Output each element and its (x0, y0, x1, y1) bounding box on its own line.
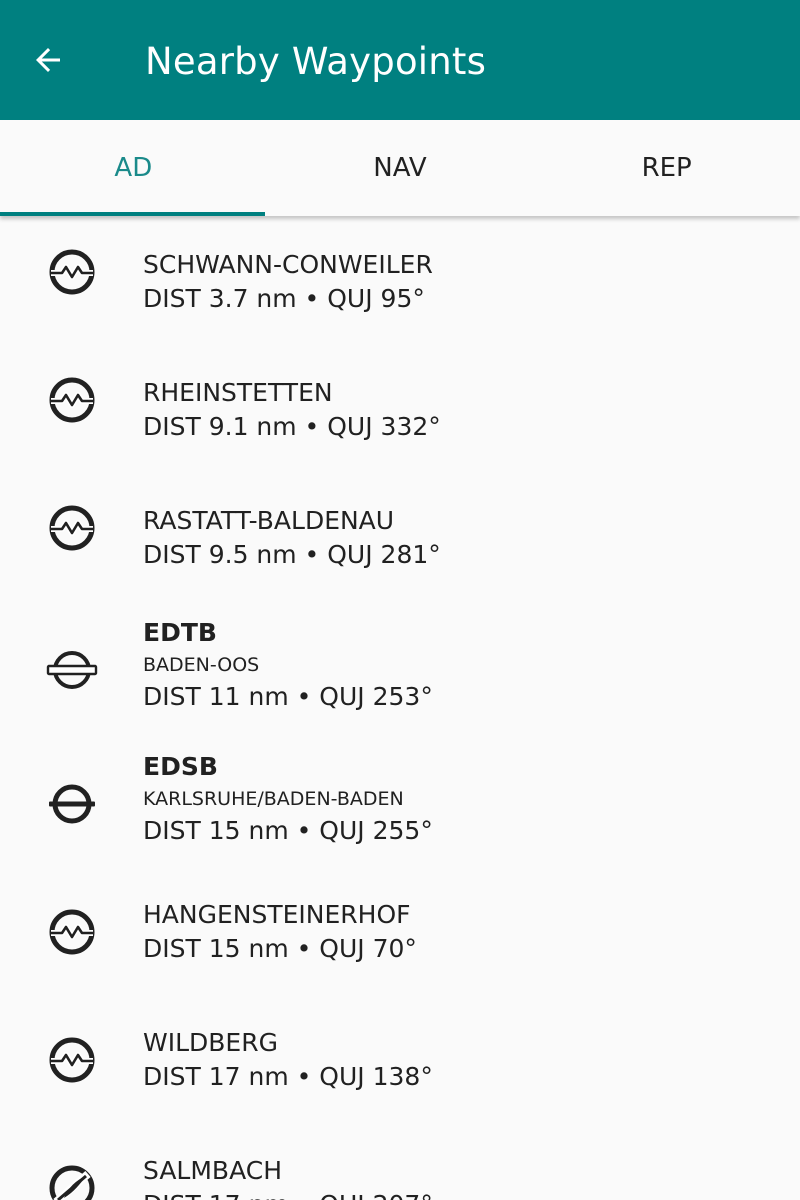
tab-ad[interactable]: AD (0, 120, 267, 216)
waypoint-distance: DIST 15 nm • QUJ 70° (143, 934, 417, 963)
back-button[interactable] (24, 36, 72, 84)
waypoint-name: SCHWANN-CONWEILER (143, 250, 433, 279)
list-item[interactable]: EDSB KARLSRUHE/BADEN-BADEN DIST 15 nm • … (0, 734, 800, 870)
list-item[interactable]: SCHWANN-CONWEILER DIST 3.7 nm • QUJ 95° (0, 216, 800, 344)
app-bar: Nearby Waypoints (0, 0, 800, 120)
glider-airfield-icon (49, 1037, 95, 1083)
waypoint-name: HANGENSTEINERHOF (143, 900, 411, 929)
waypoint-name: EDSB (143, 752, 218, 781)
tab-rep[interactable]: REP (533, 120, 800, 216)
glider-airfield-icon (49, 249, 95, 295)
civil-airfield-icon (46, 651, 98, 689)
waypoint-name: WILDBERG (143, 1028, 278, 1057)
list-item[interactable]: RHEINSTETTEN DIST 9.1 nm • QUJ 332° (0, 344, 800, 472)
waypoint-distance: DIST 17 nm • QUJ 207° (143, 1188, 780, 1200)
list-item[interactable]: EDTB BADEN-OOS DIST 11 nm • QUJ 253° (0, 600, 800, 734)
glider-airfield-icon (49, 505, 95, 551)
waypoint-name: SALMBACH (143, 1156, 283, 1185)
waypoint-subtitle: KARLSRUHE/BADEN-BADEN (143, 788, 404, 810)
list-item[interactable]: WILDBERG DIST 17 nm • QUJ 138° (0, 998, 800, 1126)
waypoint-distance: DIST 9.1 nm • QUJ 332° (143, 412, 441, 441)
waypoint-distance: DIST 3.7 nm • QUJ 95° (143, 284, 425, 313)
waypoint-name: RASTATT-BALDENAU (143, 506, 395, 535)
waypoint-name: RHEINSTETTEN (143, 378, 333, 407)
waypoint-distance: DIST 17 nm • QUJ 138° (143, 1062, 433, 1091)
waypoint-list: SCHWANN-CONWEILER DIST 3.7 nm • QUJ 95° … (0, 216, 800, 1200)
glider-airfield-icon (49, 909, 95, 955)
waypoint-distance: DIST 11 nm • QUJ 253° (143, 682, 433, 711)
active-tab-indicator (0, 212, 265, 216)
waypoint-subtitle: BADEN-OOS (143, 654, 260, 676)
page-title: Nearby Waypoints (145, 40, 487, 83)
airport-icon (49, 784, 95, 824)
arrow-left-icon (36, 48, 60, 72)
tab-nav[interactable]: NAV (267, 120, 534, 216)
glider-airfield-icon (49, 377, 95, 423)
tab-bar: AD NAV REP (0, 120, 800, 216)
waypoint-distance: DIST 15 nm • QUJ 255° (143, 816, 433, 845)
list-item[interactable]: RASTATT-BALDENAU DIST 9.5 nm • QUJ 281° (0, 472, 800, 600)
waypoint-name: EDTB (143, 618, 217, 647)
waypoint-distance: DIST 9.5 nm • QUJ 281° (143, 540, 441, 569)
ultralight-field-icon (49, 1165, 95, 1200)
list-item[interactable]: SALMBACH DIST 17 nm • QUJ 207° (0, 1126, 800, 1200)
list-item[interactable]: HANGENSTEINERHOF DIST 15 nm • QUJ 70° (0, 870, 800, 998)
